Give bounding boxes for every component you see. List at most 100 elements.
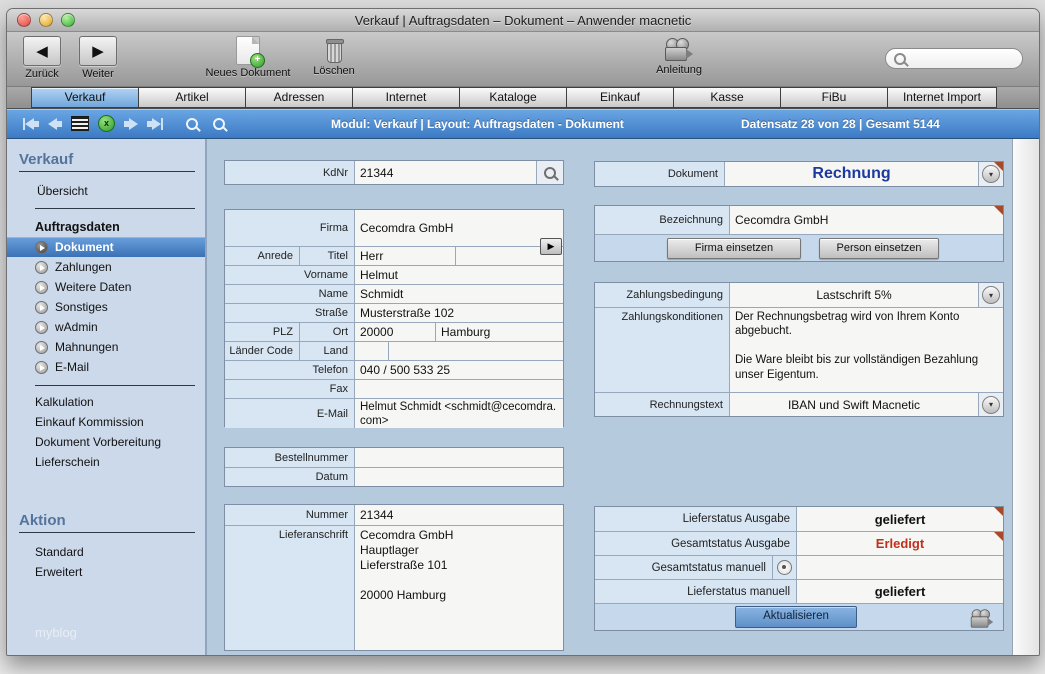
tab-internet[interactable]: Internet bbox=[352, 87, 459, 108]
play-icon bbox=[35, 241, 48, 254]
aktualisieren-button[interactable]: Aktualisieren bbox=[735, 606, 857, 628]
play-icon bbox=[35, 261, 48, 274]
name-label: Name bbox=[225, 285, 355, 303]
window-title: Verkauf | Auftragsdaten – Dokument – Anw… bbox=[7, 13, 1039, 28]
zahlungsbedingung-value[interactable]: Lastschrift 5% bbox=[730, 283, 978, 307]
cancel-icon[interactable]: x bbox=[98, 115, 115, 132]
name-input[interactable]: Schmidt bbox=[355, 285, 563, 303]
sidebar-item-wadmin[interactable]: wAdmin bbox=[7, 317, 205, 337]
search-field[interactable] bbox=[885, 48, 1023, 69]
down-arrow-icon: ▾ bbox=[982, 396, 1000, 414]
sidebar-item-label: E-Mail bbox=[55, 360, 89, 374]
email-input[interactable]: Helmut Schmidt <schmidt@cecomdra.com> bbox=[355, 399, 563, 428]
tab-internet-import[interactable]: Internet Import bbox=[887, 87, 997, 108]
form-area: KdNr 21344 Firma Cecomdra GmbH ▶ bbox=[207, 139, 1012, 656]
sidebar-item-dokument[interactable]: Dokument bbox=[7, 237, 205, 257]
title-bar[interactable]: Verkauf | Auftragsdaten – Dokument – Anw… bbox=[7, 9, 1039, 32]
strasse-label: Straße bbox=[225, 304, 355, 322]
bezeichnung-box: Bezeichnung Cecomdra GmbH Firma einsetze… bbox=[594, 205, 1004, 262]
sidebar-item-standard[interactable]: Standard bbox=[7, 542, 205, 562]
sidebar-item-uebersicht[interactable]: Übersicht bbox=[7, 181, 205, 201]
first-record-icon[interactable] bbox=[23, 118, 39, 130]
firma-picker-button[interactable]: ▶ bbox=[540, 238, 562, 255]
zahlungsbedingung-dropdown-button[interactable]: ▾ bbox=[978, 283, 1003, 307]
dokument-value[interactable]: Rechnung bbox=[725, 162, 978, 186]
laendercode-input[interactable] bbox=[355, 342, 388, 360]
sidebar-item-label: Mahnungen bbox=[55, 340, 118, 354]
list-view-icon[interactable] bbox=[71, 116, 89, 131]
sidebar-item-mahnungen[interactable]: Mahnungen bbox=[7, 337, 205, 357]
gesamtstatus-manuell-value[interactable] bbox=[797, 556, 1003, 579]
tab-kasse[interactable]: Kasse bbox=[673, 87, 780, 108]
new-document-button[interactable]: + Neues Dokument bbox=[202, 36, 294, 79]
rechnungstext-dropdown-button[interactable]: ▾ bbox=[978, 393, 1003, 416]
video-help-icon[interactable] bbox=[970, 608, 994, 629]
plz-input[interactable]: 20000 bbox=[355, 323, 435, 341]
record-nav-bar: x Modul: Verkauf | Layout: Auftragsdaten… bbox=[7, 109, 1039, 139]
tab-einkauf[interactable]: Einkauf bbox=[566, 87, 673, 108]
radio-icon bbox=[777, 560, 792, 575]
trash-icon bbox=[325, 36, 343, 63]
sidebar-item-zahlungen[interactable]: Zahlungen bbox=[7, 257, 205, 277]
play-icon bbox=[35, 281, 48, 294]
sidebar-item-weitere-daten[interactable]: Weitere Daten bbox=[7, 277, 205, 297]
person-einsetzen-button[interactable]: Person einsetzen bbox=[819, 238, 939, 259]
forward-button[interactable]: ▶ Weiter bbox=[79, 36, 117, 80]
tab-artikel[interactable]: Artikel bbox=[138, 87, 245, 108]
previous-record-icon[interactable] bbox=[48, 118, 62, 130]
divider bbox=[19, 171, 195, 172]
lieferstatus-manuell-value[interactable]: geliefert bbox=[797, 580, 1003, 603]
nummer-input[interactable]: 21344 bbox=[355, 505, 563, 525]
search-input[interactable] bbox=[912, 51, 1016, 67]
sidebar-item-label: Dokument bbox=[55, 240, 114, 254]
fax-input[interactable] bbox=[355, 380, 563, 398]
next-record-icon[interactable] bbox=[124, 118, 138, 130]
delivery-box: Nummer 21344 Lieferanschrift Cecomdra Gm… bbox=[224, 504, 564, 651]
tab-adressen[interactable]: Adressen bbox=[245, 87, 352, 108]
firma-einsetzen-button[interactable]: Firma einsetzen bbox=[667, 238, 801, 259]
kdnr-input[interactable]: 21344 bbox=[355, 161, 536, 184]
back-button[interactable]: ◀ Zurück bbox=[23, 36, 61, 80]
lieferstatus-ausgabe-label: Lieferstatus Ausgabe bbox=[595, 507, 797, 531]
bestellnummer-input[interactable] bbox=[355, 448, 563, 467]
sidebar-item-einkauf-kommission[interactable]: Einkauf Kommission bbox=[7, 412, 205, 432]
bezeichnung-input[interactable]: Cecomdra GmbH bbox=[730, 206, 1003, 234]
tab-fibu[interactable]: FiBu bbox=[780, 87, 887, 108]
help-button[interactable]: Anleitung bbox=[649, 36, 709, 76]
sidebar-item-lieferschein[interactable]: Lieferschein bbox=[7, 452, 205, 472]
zoom-out-icon[interactable] bbox=[186, 118, 198, 130]
kdnr-lookup-button[interactable] bbox=[536, 161, 563, 184]
play-icon bbox=[35, 321, 48, 334]
gesamtstatus-manuell-toggle[interactable] bbox=[773, 556, 797, 579]
zahlungskonditionen-input[interactable]: Der Rechnungsbetrag wird von Ihrem Konto… bbox=[730, 308, 1003, 392]
zoom-in-icon[interactable] bbox=[213, 118, 225, 130]
vorname-input[interactable]: Helmut bbox=[355, 266, 563, 284]
sidebar-item-sonstiges[interactable]: Sonstiges bbox=[7, 297, 205, 317]
gesamtstatus-ausgabe-value: Erledigt bbox=[797, 532, 1003, 555]
sidebar-item-kalkulation[interactable]: Kalkulation bbox=[7, 392, 205, 412]
rechnungstext-label: Rechnungstext bbox=[595, 393, 730, 416]
land-input[interactable] bbox=[388, 342, 563, 360]
ort-input[interactable]: Hamburg bbox=[435, 323, 563, 341]
app-window: Verkauf | Auftragsdaten – Dokument – Anw… bbox=[6, 8, 1040, 656]
divider bbox=[35, 208, 195, 209]
delete-button[interactable]: Löschen bbox=[307, 36, 361, 77]
sidebar-item-label: Weitere Daten bbox=[55, 280, 131, 294]
firma-input[interactable]: Cecomdra GmbH bbox=[355, 210, 563, 246]
help-label: Anleitung bbox=[656, 64, 702, 76]
scrollbar-track[interactable] bbox=[1012, 139, 1039, 656]
telefon-input[interactable]: 040 / 500 533 25 bbox=[355, 361, 563, 379]
sidebar-item-email[interactable]: E-Mail bbox=[7, 357, 205, 377]
titel-input[interactable]: Herr bbox=[355, 247, 455, 265]
tab-kataloge[interactable]: Kataloge bbox=[459, 87, 566, 108]
strasse-input[interactable]: Musterstraße 102 bbox=[355, 304, 563, 322]
datum-input[interactable] bbox=[355, 468, 563, 486]
rechnungstext-value[interactable]: IBAN und Swift Macnetic bbox=[730, 393, 978, 416]
tab-verkauf[interactable]: Verkauf bbox=[31, 87, 138, 108]
last-record-icon[interactable] bbox=[147, 118, 163, 130]
sidebar-item-dokument-vorbereitung[interactable]: Dokument Vorbereitung bbox=[7, 432, 205, 452]
sidebar-item-erweitert[interactable]: Erweitert bbox=[7, 562, 205, 582]
datum-label: Datum bbox=[225, 468, 355, 486]
lieferanschrift-input[interactable]: Cecomdra GmbH Hauptlager Lieferstraße 10… bbox=[355, 526, 563, 650]
bezeichnung-label: Bezeichnung bbox=[595, 206, 730, 234]
